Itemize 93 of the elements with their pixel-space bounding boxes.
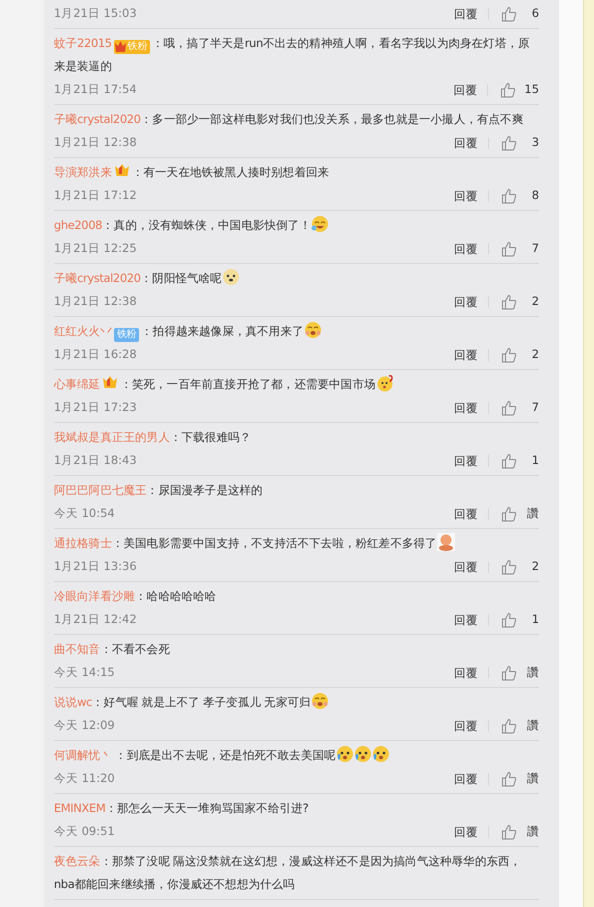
fan-badge: 铁粉 [114,40,150,54]
like-count: 讚 [526,823,540,840]
like-count: 1 [530,611,540,628]
comment-time: 今天 12:09 [54,717,116,734]
emoji-icon [222,268,240,286]
emoji-icon [354,745,372,763]
reply-link[interactable]: 回覆 [454,8,490,20]
comment-text: 阿巴巴阿巴七魔王：尿国漫孝子是这样的 [54,482,264,499]
reply-link[interactable]: 回覆 [454,560,490,572]
like-count: 7 [530,399,540,416]
emoji-icon [336,745,354,763]
comment-time: 1月21日 16:28 [54,346,138,363]
thumbs-up-icon[interactable] [501,452,518,468]
comment-time: 今天 14:15 [54,664,116,681]
comment-text: 通拉格骑士：美国电影需要中国支持，不支持活不下去啦，粉红差不多得了 [54,532,540,555]
reply-link[interactable]: 回覆 [454,720,490,732]
like-count: 15 [524,81,540,98]
like-count: 7 [530,240,540,257]
comment-time: 1月21日 12:38 [54,134,138,151]
crown-icon [114,163,130,178]
like-count: 2 [530,558,540,575]
like-count: 2 [530,293,540,310]
like-count: 6 [530,5,540,22]
like-count: 2 [530,346,540,363]
reply-link[interactable]: 回覆 [454,190,490,202]
reply-link[interactable]: 回覆 [453,84,488,96]
comment-text: 心事绵延 ：笑死，一百年前直接开抢了都，还需要中国市场 [54,373,540,396]
thumbs-up-icon[interactable] [501,240,518,256]
thumbs-up-icon[interactable] [501,664,518,680]
like-count: 讚 [526,770,540,787]
comment-text: 导演郑洪来 ：有一天在地铁被黑人揍时别想着回来 [54,162,330,181]
reply-link[interactable]: 回覆 [454,614,490,626]
thumbs-up-icon[interactable] [501,400,518,416]
thumbs-up-icon[interactable] [501,824,518,840]
like-count: 3 [530,134,540,151]
comment-time: 1月21日 15:03 [54,5,138,22]
like-count: 讚 [526,664,540,681]
emoji-icon [310,215,329,233]
emoji-icon [376,374,394,392]
comment-text: 夜色云朵：那禁了没呢 隔这没禁就在这幻想，漫威这样还不是因为搞尚气这种辱华的东西，nba都能回来继续播，你漫威还不想想为什么吗 [54,853,522,893]
comment-text: 何调解忧丶 ：到底是出不去呢，还是怕死不敢去美国呢 [54,744,540,767]
reply-link[interactable]: 回覆 [454,508,490,520]
like-count: 讚 [526,505,540,522]
comment-text: 红红火火丷 铁粉 ：拍得越来越像屎，真不用来了 [54,320,540,343]
comment-time: 1月21日 12:42 [54,611,138,628]
like-count: 1 [530,452,540,469]
reply-link[interactable]: 回覆 [454,242,490,254]
comment-text: 蚊子22015 铁粉 ：哦，搞了半天是run不出去的精神殖人啊，看名字我以为肉身在灯塔，原来是装逼的 [54,35,531,75]
comment-time: 1月21日 17:23 [54,399,138,416]
thumbs-up-icon[interactable] [500,82,516,98]
emoji-icon [372,745,390,763]
thumbs-up-icon[interactable] [501,558,518,574]
fan-badge: 铁粉 [114,328,140,342]
thumbs-up-icon[interactable] [501,770,518,786]
thumbs-up-icon[interactable] [501,346,518,362]
emoji-icon [304,321,322,339]
comment-text: 子曦crystal2020：阴阳怪气啥呢 [54,267,540,290]
emoji-icon [310,692,329,710]
reply-link[interactable]: 回覆 [454,454,490,466]
crown-icon [102,375,118,390]
reply-link[interactable]: 回覆 [454,772,490,784]
comment-text: ghe2008：真的，没有蜘蛛侠，中国电影快倒了！ [54,214,540,237]
emoji-icon [436,533,455,551]
reply-link[interactable]: 回覆 [454,136,490,148]
thumbs-up-icon[interactable] [501,188,518,204]
thumbs-up-icon[interactable] [501,134,518,150]
reply-link[interactable]: 回覆 [454,402,490,414]
thumbs-up-icon[interactable] [501,718,518,734]
thumbs-up-icon[interactable] [501,612,518,628]
like-count: 8 [530,187,540,204]
comment-time: 今天 11:20 [54,770,116,787]
reply-link[interactable]: 回覆 [454,348,490,360]
reply-link[interactable]: 回覆 [454,826,490,838]
comment-time: 1月21日 17:12 [54,187,138,204]
thumbs-up-icon[interactable] [501,6,518,22]
comment-time: 1月21日 13:36 [54,558,138,575]
thumbs-up-icon[interactable] [501,506,518,522]
comment-time: 1月21日 17:54 [54,81,138,98]
thumbs-up-icon[interactable] [501,294,518,310]
comment-text: 说说wc：好气喔 就是上不了 孝子变孤儿 无家可归 [54,691,540,714]
comment-time: 今天 09:51 [54,823,116,840]
comment-text: 曲不知音：不看不会死 [54,641,171,658]
comment-text: 子曦crystal2020：多一部少一部这样电影对我们也没关系，最多也就是一小撮人，有点不爽 [54,111,524,128]
comment-time: 1月21日 18:43 [54,452,138,469]
comment-text: 我斌叔是真正王的男人：下载很难吗？ [54,429,252,446]
like-count: 讚 [526,717,540,734]
comment-time: 1月21日 12:38 [54,293,138,310]
comment-time: 今天 10:54 [54,505,116,522]
comment-text: 冷眼向洋看沙雕：哈哈哈哈哈哈 [54,588,218,605]
comment-time: 1月21日 12:25 [54,240,138,257]
reply-link[interactable]: 回覆 [454,296,490,308]
reply-link[interactable]: 回覆 [454,666,490,678]
comment-text: EMINXEM：那怎么一天天一堆狗骂国家不给引进? [54,800,310,817]
